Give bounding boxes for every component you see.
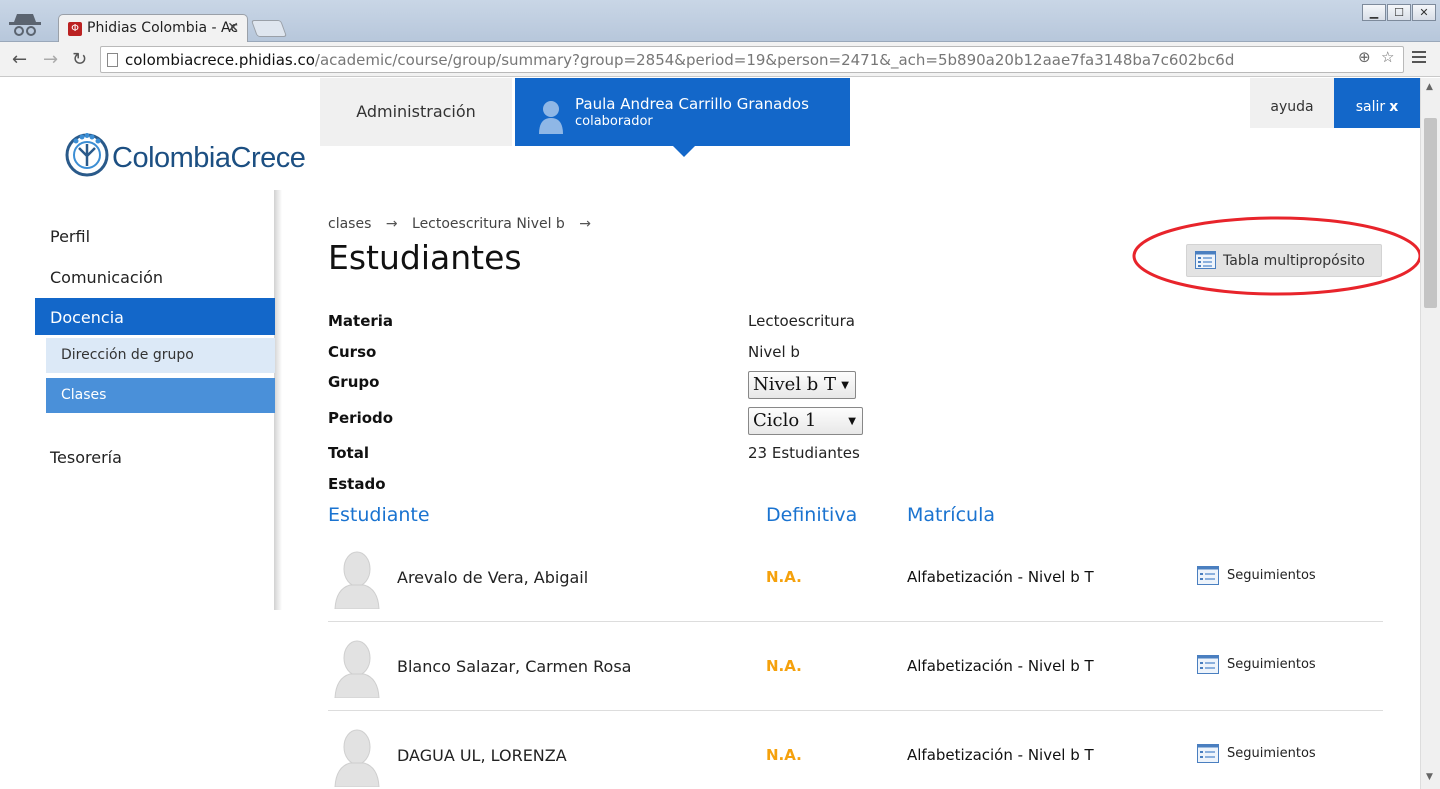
window-close-button[interactable]: ✕ xyxy=(1412,4,1436,21)
nav-user-menu[interactable]: Paula Andrea Carrillo Granados colaborad… xyxy=(515,78,850,157)
logo-emblem-icon xyxy=(65,133,109,177)
total-value: 23 Estudiantes xyxy=(748,444,860,462)
seguimientos-link[interactable]: Seguimientos xyxy=(1197,655,1316,674)
url-path: /academic/course/group/summary?group=285… xyxy=(314,51,1235,69)
breadcrumb-clases[interactable]: clases xyxy=(328,216,371,232)
page-viewport: ColombiaCrece Administración Paula Andre… xyxy=(0,78,1420,789)
colombiacrece-logo[interactable]: ColombiaCrece xyxy=(64,122,306,182)
logout-button[interactable]: salir x xyxy=(1334,78,1420,128)
browser-titlebar: Φ Phidias Colombia - Ac ✕ ▁ ☐ ✕ xyxy=(0,0,1440,42)
student-enrollment: Alfabetización - Nivel b T xyxy=(907,657,1094,675)
seguimientos-icon xyxy=(1197,744,1219,763)
grupo-label: Grupo xyxy=(328,373,380,391)
zoom-icon[interactable]: ⊕ xyxy=(1358,48,1371,66)
student-name[interactable]: Arevalo de Vera, Abigail xyxy=(397,568,588,587)
column-header-definitiva[interactable]: Definitiva xyxy=(766,504,857,526)
dropdown-arrow-icon: ▼ xyxy=(841,380,849,391)
phidias-favicon-icon: Φ xyxy=(68,22,82,36)
student-enrollment: Alfabetización - Nivel b T xyxy=(907,746,1094,764)
page-scrollbar[interactable]: ▲ ▼ xyxy=(1420,78,1440,789)
seguimientos-icon xyxy=(1197,566,1219,585)
url-host: colombiacrece.phidias.co xyxy=(125,51,315,69)
reload-icon[interactable]: ↻ xyxy=(72,49,87,70)
table-row: Arevalo de Vera, Abigail N.A. Alfabetiza… xyxy=(328,533,1383,622)
total-label: Total xyxy=(328,444,369,462)
logout-x-icon: x xyxy=(1389,99,1399,115)
student-avatar-icon xyxy=(334,551,380,609)
student-name[interactable]: Blanco Salazar, Carmen Rosa xyxy=(397,657,631,676)
breadcrumb-course[interactable]: Lectoescritura Nivel b xyxy=(412,216,565,232)
column-header-estudiante[interactable]: Estudiante xyxy=(328,504,430,526)
periodo-select[interactable]: Ciclo 1 ▼ xyxy=(748,407,863,435)
sidebar-item-perfil[interactable]: Perfil xyxy=(50,227,90,246)
user-tab-caret xyxy=(673,146,695,157)
bookmark-star-icon[interactable]: ☆ xyxy=(1381,48,1394,66)
seguimientos-label: Seguimientos xyxy=(1227,568,1316,583)
seguimientos-label: Seguimientos xyxy=(1227,746,1316,761)
table-row: Blanco Salazar, Carmen Rosa N.A. Alfabet… xyxy=(328,622,1383,711)
tab-title: Phidias Colombia - Ac xyxy=(87,20,239,36)
breadcrumb-arrow-icon: → xyxy=(385,216,398,232)
user-role: colaborador xyxy=(575,114,653,129)
grupo-select[interactable]: Nivel b T ▼ xyxy=(748,371,856,399)
breadcrumb: clases → Lectoescritura Nivel b → xyxy=(328,216,601,232)
sidebar-item-comunicacion[interactable]: Comunicación xyxy=(50,268,163,287)
browser-tab-active[interactable]: Φ Phidias Colombia - Ac ✕ xyxy=(58,14,248,42)
back-arrow-icon[interactable]: ← xyxy=(12,49,27,70)
user-avatar-icon xyxy=(539,101,563,134)
browser-toolbar: ← → ↻ colombiacrece.phidias.co/academic/… xyxy=(0,42,1440,77)
student-grade: N.A. xyxy=(766,568,802,586)
nav-administracion[interactable]: Administración xyxy=(320,78,512,146)
sidebar-item-clases[interactable]: Clases xyxy=(46,378,275,413)
sidebar-item-docencia[interactable]: Docencia xyxy=(35,298,275,335)
materia-label: Materia xyxy=(328,312,394,330)
periodo-select-value: Ciclo 1 xyxy=(753,410,817,431)
estado-label: Estado xyxy=(328,475,386,493)
dropdown-arrow-icon: ▼ xyxy=(848,416,856,427)
red-highlight-annotation xyxy=(1132,216,1420,296)
logo-text: ColombiaCrece xyxy=(112,142,306,174)
sidebar-item-direccion-de-grupo[interactable]: Dirección de grupo xyxy=(46,338,275,373)
scroll-up-icon[interactable]: ▲ xyxy=(1426,82,1433,92)
periodo-label: Periodo xyxy=(328,409,394,427)
new-tab-button[interactable] xyxy=(250,20,288,37)
seguimientos-label: Seguimientos xyxy=(1227,657,1316,672)
sidebar-item-tesoreria[interactable]: Tesorería xyxy=(50,448,122,467)
page-title: Estudiantes xyxy=(328,238,522,277)
minimize-button[interactable]: ▁ xyxy=(1362,4,1386,21)
table-row: DAGUA UL, LORENZA N.A. Alfabetización - … xyxy=(328,711,1383,789)
seguimientos-link[interactable]: Seguimientos xyxy=(1197,566,1316,585)
address-bar[interactable]: colombiacrece.phidias.co/academic/course… xyxy=(100,46,1404,73)
grupo-select-value: Nivel b T xyxy=(753,374,837,395)
student-grade: N.A. xyxy=(766,657,802,675)
breadcrumb-arrow-icon: → xyxy=(579,216,592,232)
sidebar: Perfil Comunicación Docencia Dirección d… xyxy=(0,198,275,618)
student-enrollment: Alfabetización - Nivel b T xyxy=(907,568,1094,586)
chrome-menu-icon[interactable] xyxy=(1412,51,1426,65)
student-avatar-icon xyxy=(334,640,380,698)
materia-value: Lectoescritura xyxy=(748,312,855,330)
seguimientos-icon xyxy=(1197,655,1219,674)
logout-label: salir xyxy=(1355,99,1386,115)
maximize-button[interactable]: ☐ xyxy=(1387,4,1411,21)
page-icon xyxy=(107,53,118,67)
student-name[interactable]: DAGUA UL, LORENZA xyxy=(397,746,567,765)
curso-value: Nivel b xyxy=(748,343,800,361)
help-button[interactable]: ayuda xyxy=(1250,78,1334,128)
scroll-down-icon[interactable]: ▼ xyxy=(1426,772,1433,782)
scrollbar-thumb[interactable] xyxy=(1424,118,1437,308)
incognito-icon xyxy=(9,14,41,36)
curso-label: Curso xyxy=(328,343,377,361)
column-header-matricula[interactable]: Matrícula xyxy=(907,504,995,526)
forward-arrow-icon[interactable]: → xyxy=(43,49,58,70)
student-avatar-icon xyxy=(334,729,380,787)
student-grade: N.A. xyxy=(766,746,802,764)
sidebar-shadow xyxy=(274,190,282,610)
tab-close-icon[interactable]: ✕ xyxy=(227,20,239,36)
user-name: Paula Andrea Carrillo Granados xyxy=(575,95,809,113)
seguimientos-link[interactable]: Seguimientos xyxy=(1197,744,1316,763)
